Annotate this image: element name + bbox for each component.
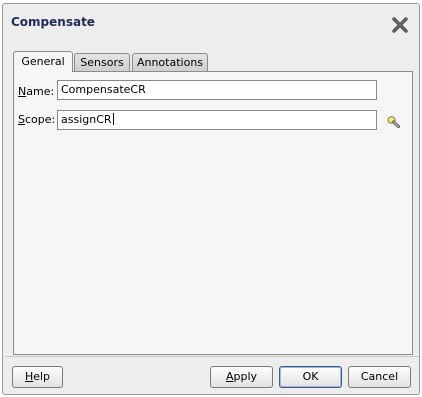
name-label-mnemonic: N xyxy=(18,85,27,98)
footer-divider xyxy=(5,356,419,357)
text-cursor xyxy=(112,113,114,125)
scope-field-value: assignCR xyxy=(61,113,112,126)
dialog-title: Compensate xyxy=(11,15,95,29)
help-label: elp xyxy=(33,370,51,383)
help-button[interactable]: Help xyxy=(12,366,63,388)
scope-label-mnemonic: S xyxy=(18,113,25,126)
apply-mnemonic: A xyxy=(225,370,234,383)
apply-label: pply xyxy=(233,370,258,383)
ok-label: OK xyxy=(302,370,319,383)
apply-button[interactable]: Apply xyxy=(210,366,273,388)
close-icon[interactable] xyxy=(391,16,409,34)
cancel-button[interactable]: Cancel xyxy=(348,366,411,388)
scope-label-text: cope: xyxy=(24,113,56,126)
cancel-label: Cancel xyxy=(360,370,399,383)
help-mnemonic: H xyxy=(24,370,34,383)
scope-label: Scope: xyxy=(18,113,55,126)
scope-field[interactable]: assignCR xyxy=(57,110,377,130)
name-label-text: ame: xyxy=(26,85,55,98)
name-field-value: CompensateCR xyxy=(61,83,146,96)
tab-annotations-label: Annotations xyxy=(136,56,204,69)
tab-annotations[interactable]: Annotations xyxy=(132,53,208,71)
tab-sensors[interactable]: Sensors xyxy=(74,53,130,71)
ok-button[interactable]: OK xyxy=(279,366,342,388)
compensate-dialog: Compensate General Sensors Annotations N… xyxy=(2,3,420,395)
tab-general[interactable]: General xyxy=(13,51,73,72)
tab-general-label: General xyxy=(21,55,65,68)
name-label: Name: xyxy=(18,85,54,98)
flashlight-icon[interactable] xyxy=(386,114,402,130)
tab-sensors-label: Sensors xyxy=(80,56,124,69)
name-field[interactable]: CompensateCR xyxy=(57,80,377,100)
